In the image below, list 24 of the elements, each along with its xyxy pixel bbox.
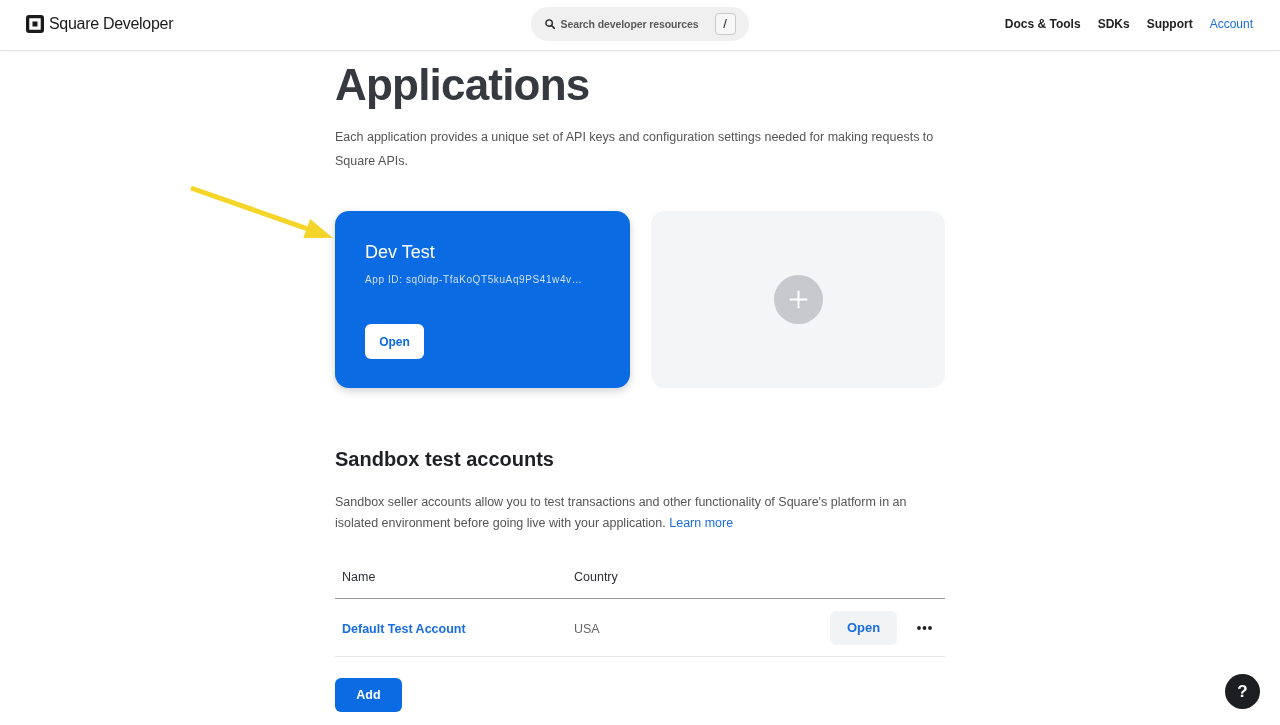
- section-description: Sandbox seller accounts allow you to test transactions and other functionality of Square's platform in an isolated environment before going live with your application. Learn more: [335, 494, 908, 532]
- help-button[interactable]: ?: [1225, 674, 1260, 709]
- open-button[interactable]: Open: [365, 324, 424, 359]
- nav-link[interactable]: Docs & Tools: [1004, 16, 1081, 31]
- nav-link[interactable]: Support: [1146, 16, 1193, 31]
- table-cell: USA: [574, 621, 600, 636]
- page-description: Each application provides a unique set of API keys and configuration settings needed for making requests to Square APIs.: [335, 129, 935, 170]
- logo-text: Square Developer: [49, 15, 174, 33]
- nav-link[interactable]: Account: [1209, 16, 1253, 31]
- column-header: Name: [341, 570, 377, 584]
- search-icon: [544, 18, 555, 29]
- nav-link[interactable]: SDKs: [1097, 16, 1130, 31]
- more-icon: [917, 625, 932, 630]
- column-header: Country: [573, 570, 619, 584]
- account-link[interactable]: Default Test Account: [342, 621, 466, 636]
- application-name: Dev Test: [365, 241, 435, 264]
- page-title: Applications: [335, 59, 591, 111]
- section-title: Sandbox test accounts: [335, 447, 555, 472]
- add-button[interactable]: Add: [335, 678, 402, 712]
- open-button[interactable]: Open: [830, 610, 897, 645]
- add-icon: [773, 275, 823, 324]
- learn-more-link[interactable]: Learn more: [669, 516, 734, 530]
- application-id: App ID: sq0idp-TfaKoQT5kuAq9PS41w4v…: [365, 273, 583, 287]
- logo-icon: [26, 15, 44, 33]
